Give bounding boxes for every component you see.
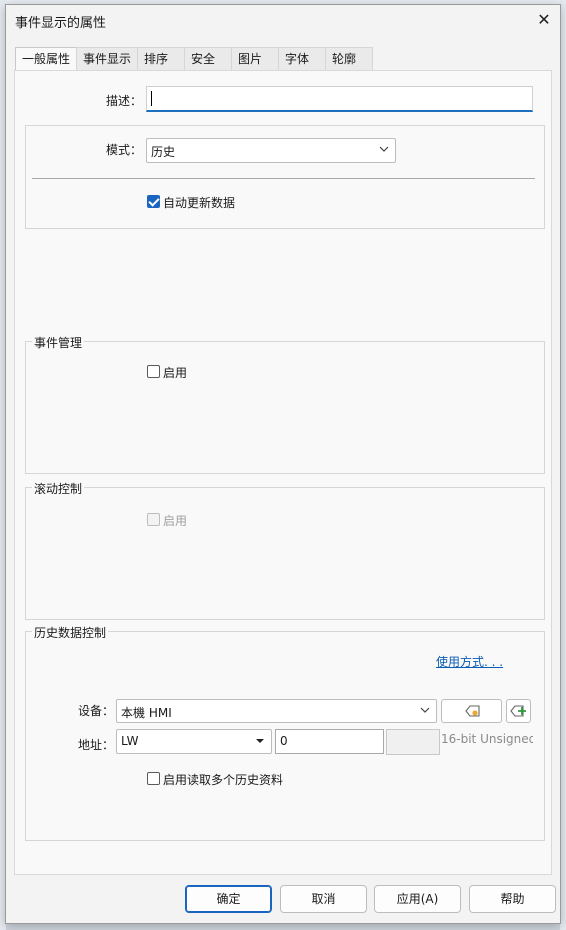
- mode-group: 模式： 历史 自动更新数据: [25, 125, 545, 229]
- tab-picture[interactable]: 图片: [231, 47, 279, 71]
- scroll-control-enable-label: 启用: [163, 514, 188, 528]
- ok-button[interactable]: 确定: [185, 885, 272, 913]
- tab-label: 排序: [144, 52, 169, 66]
- tab-label: 安全: [191, 52, 216, 66]
- separator: [32, 178, 535, 179]
- auto-update-checkbox[interactable]: [147, 195, 160, 208]
- history-control-title: 历史数据控制: [32, 624, 109, 641]
- address-value-input[interactable]: 0: [275, 729, 384, 754]
- event-management-enable-checkbox[interactable]: [147, 365, 160, 378]
- tab-label: 字体: [285, 52, 310, 66]
- text-caret: [151, 91, 152, 106]
- apply-button[interactable]: 应用(A): [374, 885, 461, 913]
- tab-font[interactable]: 字体: [278, 47, 326, 71]
- tab-sort[interactable]: 排序: [137, 47, 185, 71]
- add-tag-icon: [510, 704, 528, 721]
- chevron-down-icon: [379, 142, 389, 159]
- chevron-down-icon: [420, 703, 430, 720]
- tab-label: 轮廓: [332, 52, 357, 66]
- dropdown-arrow-icon: [255, 736, 265, 749]
- event-management-title: 事件管理: [32, 334, 85, 351]
- scroll-control-enable-checkbox[interactable]: [147, 513, 160, 526]
- tab-general[interactable]: 一般属性: [15, 47, 77, 72]
- description-input[interactable]: [146, 86, 533, 112]
- tab-label: 事件显示: [83, 52, 132, 66]
- device-label: 设备：: [78, 704, 115, 718]
- tab-event-display[interactable]: 事件显示: [76, 47, 138, 71]
- data-format-label: 16-bit Unsigned: [441, 732, 533, 746]
- tag-icon: [464, 704, 482, 721]
- device-value: 本機 HMI: [121, 706, 172, 720]
- address-label: 地址：: [78, 738, 115, 752]
- add-tag-button[interactable]: [506, 699, 531, 723]
- mode-value: 历史: [151, 145, 176, 159]
- description-label: 描述：: [106, 94, 143, 108]
- cancel-button[interactable]: 取消: [280, 885, 367, 913]
- dialog-title: 事件显示的属性: [15, 16, 107, 31]
- multi-history-read-label: 启用读取多个历史资料: [163, 773, 284, 787]
- properties-dialog: 事件显示的属性 ✕ 一般属性 事件显示 排序 安全 图片 字体 轮廓 描述： 模…: [5, 4, 561, 924]
- event-management-group: 事件管理 启用: [25, 334, 545, 474]
- help-button[interactable]: 帮助: [469, 885, 556, 913]
- tab-outline[interactable]: 轮廓: [325, 47, 373, 71]
- device-select[interactable]: 本機 HMI: [116, 699, 437, 723]
- address-type-value: LW: [121, 734, 139, 748]
- address-value: 0: [280, 734, 288, 748]
- auto-update-label: 自动更新数据: [163, 196, 236, 210]
- event-management-enable-label: 启用: [163, 366, 188, 380]
- tag-library-button[interactable]: [441, 699, 502, 723]
- usage-link[interactable]: 使用方式. . .: [436, 653, 503, 670]
- mode-label: 模式：: [106, 143, 143, 157]
- tab-security[interactable]: 安全: [184, 47, 232, 71]
- address-readonly-box: [386, 729, 440, 755]
- tab-label: 一般属性: [22, 52, 71, 66]
- tab-label: 图片: [238, 52, 263, 66]
- scroll-control-title: 滚动控制: [32, 480, 85, 497]
- tab-panel-general: 描述： 模式： 历史 自动更新数据 事件管理 启用 滚动控制 启用 历史数据控制…: [14, 70, 552, 875]
- title-bar: 事件显示的属性 ✕: [6, 5, 560, 35]
- history-control-group: 历史数据控制 使用方式. . . 设备： 本機 HMI 地址： LW 0 16-…: [25, 624, 545, 841]
- address-type-select[interactable]: LW: [116, 729, 272, 754]
- scroll-control-group: 滚动控制 启用: [25, 480, 545, 620]
- close-icon[interactable]: ✕: [532, 9, 556, 31]
- multi-history-read-checkbox[interactable]: [147, 772, 160, 785]
- mode-select[interactable]: 历史: [146, 138, 396, 163]
